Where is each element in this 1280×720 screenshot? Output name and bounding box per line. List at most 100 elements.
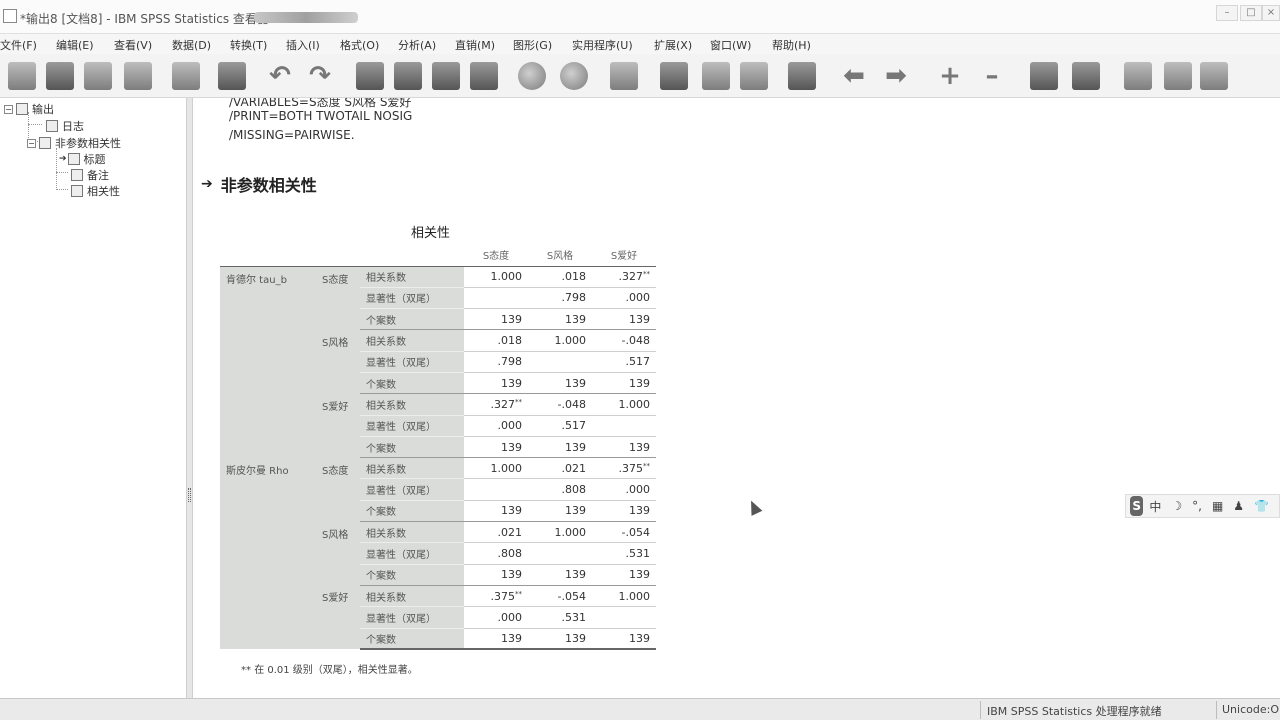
menu-extensions[interactable]: 扩展(X) [654, 37, 692, 53]
menu-edit[interactable]: 编辑(E) [56, 37, 94, 53]
table-cell[interactable]: -.054 [592, 521, 656, 544]
tree-item-notes[interactable]: 备注 [71, 167, 109, 183]
menu-graphs[interactable]: 图形(G) [513, 37, 552, 53]
ime-mode-chinese[interactable]: 中 [1149, 498, 1161, 515]
table-cell[interactable]: 1.000 [464, 266, 528, 288]
menu-window[interactable]: 窗口(W) [710, 37, 751, 53]
table-cell[interactable] [592, 415, 656, 437]
table-cell[interactable]: .375** [592, 457, 656, 480]
table-cell[interactable]: 139 [592, 564, 656, 586]
tree-root-output[interactable]: − 输出 [4, 101, 54, 117]
recall-dialog-icon[interactable] [218, 62, 246, 90]
table-cell[interactable]: 1.000 [528, 329, 592, 352]
table-cell[interactable]: 139 [592, 500, 656, 523]
table-cell[interactable]: 139 [528, 436, 592, 459]
print-icon[interactable] [84, 62, 112, 90]
tree-item-correlations[interactable]: 相关性 [71, 183, 120, 199]
tree-item-nonparametric-correlations[interactable]: − 非参数相关性 [27, 135, 121, 151]
goto-data-icon[interactable] [356, 62, 384, 90]
table-cell[interactable]: .531 [592, 542, 656, 565]
show-icon[interactable] [1030, 62, 1058, 90]
table-cell[interactable]: .000 [464, 606, 528, 629]
table-cell[interactable]: .000 [592, 478, 656, 501]
table-cell[interactable] [464, 287, 528, 310]
table-cell[interactable]: .021 [528, 457, 592, 480]
save-icon[interactable] [46, 62, 74, 90]
export-icon[interactable] [172, 62, 200, 90]
table-cell[interactable]: 139 [464, 308, 528, 331]
menu-analyze[interactable]: 分析(A) [398, 37, 436, 53]
table-cell[interactable]: .000 [592, 287, 656, 310]
table-cell[interactable]: .531 [528, 606, 592, 629]
table-cell[interactable]: 139 [464, 564, 528, 586]
value-labels-icon[interactable] [660, 62, 688, 90]
table-cell[interactable]: .018 [464, 329, 528, 352]
table-cell[interactable]: .000 [464, 415, 528, 437]
insert-text-icon[interactable] [1200, 62, 1228, 90]
table-cell[interactable]: .327** [592, 266, 656, 288]
ime-logo-icon[interactable]: S [1130, 496, 1144, 516]
table-cell[interactable]: 139 [464, 436, 528, 459]
print-preview-icon[interactable] [124, 62, 152, 90]
ime-keyboard-icon[interactable]: ▦ [1212, 499, 1223, 513]
table-cell[interactable]: 1.000 [592, 585, 656, 608]
tree-item-title[interactable]: ➔ 标题 [59, 151, 106, 167]
maximize-button[interactable]: □ [1240, 5, 1262, 21]
pane-splitter[interactable] [186, 98, 193, 698]
table-cell[interactable]: 1.000 [592, 393, 656, 416]
table-cell[interactable]: 139 [592, 628, 656, 651]
table-cell[interactable] [592, 606, 656, 629]
close-button[interactable]: × [1262, 5, 1280, 21]
ime-halfwidth-icon[interactable]: ☽ [1171, 499, 1182, 513]
output-content-pane[interactable]: /VARIABLES=S态度 S风格 S爱好 /PRINT=BOTH TWOTA… [193, 98, 1280, 698]
table-cell[interactable]: 139 [464, 628, 528, 651]
collapse-toggle-icon[interactable]: − [27, 138, 36, 148]
forward-icon[interactable]: ➡ [882, 62, 910, 90]
table-cell[interactable]: 1.000 [528, 521, 592, 544]
ime-toolbar[interactable]: S 中 ☽ °, ▦ ♟ 👕 [1125, 494, 1280, 518]
menu-view[interactable]: 查看(V) [114, 37, 152, 53]
table-cell[interactable] [528, 542, 592, 565]
circle-icon[interactable] [560, 62, 588, 90]
table-cell[interactable]: 139 [592, 436, 656, 459]
splitter-grip-icon[interactable] [188, 488, 191, 502]
outline-pane[interactable]: − 输出 日志 − 非参数相关性 ➔ 标题 备注 相关性 [0, 98, 186, 698]
hide-icon[interactable] [1072, 62, 1100, 90]
ime-skin-icon[interactable]: 👕 [1254, 499, 1269, 513]
menu-file[interactable]: 文件(F) [0, 37, 37, 53]
menu-direct-marketing[interactable]: 直销(M) [455, 37, 495, 53]
variables-icon[interactable] [470, 62, 498, 90]
goto-case-icon[interactable] [394, 62, 422, 90]
tree-item-log[interactable]: 日志 [46, 118, 84, 134]
table-cell[interactable]: 139 [528, 500, 592, 523]
goto-variable-icon[interactable] [432, 62, 460, 90]
redo-icon[interactable]: ↷ [306, 62, 334, 90]
table-cell[interactable]: .517 [592, 351, 656, 373]
back-icon[interactable]: ⬅ [840, 62, 868, 90]
table-cell[interactable]: .798 [464, 351, 528, 373]
collapse-toggle-icon[interactable]: − [4, 104, 13, 114]
table-cell[interactable]: .018 [528, 266, 592, 288]
section-heading[interactable]: ➔ 非参数相关性 [201, 172, 317, 196]
table-cell[interactable]: .517 [528, 415, 592, 437]
table-cell[interactable]: .808 [528, 478, 592, 501]
run-script-icon[interactable] [740, 62, 768, 90]
table-cell[interactable]: 139 [528, 372, 592, 395]
table-cell[interactable] [464, 478, 528, 501]
designate-window-icon[interactable] [702, 62, 730, 90]
menu-help[interactable]: 帮助(H) [772, 37, 811, 53]
table-cell[interactable]: 139 [528, 564, 592, 586]
minimize-button[interactable]: – [1216, 5, 1238, 21]
table-cell[interactable]: .375** [464, 585, 528, 608]
collapse-icon[interactable]: – [978, 62, 1006, 90]
select-cases-icon[interactable] [610, 62, 638, 90]
menu-insert[interactable]: 插入(I) [286, 37, 320, 53]
chart-icon[interactable] [518, 62, 546, 90]
ime-punctuation-icon[interactable]: °, [1192, 499, 1202, 513]
table-cell[interactable]: 139 [528, 628, 592, 651]
stop-icon[interactable] [788, 62, 816, 90]
menu-format[interactable]: 格式(O) [340, 37, 379, 53]
table-cell[interactable]: 139 [464, 372, 528, 395]
table-cell[interactable]: .798 [528, 287, 592, 310]
menu-data[interactable]: 数据(D) [172, 37, 211, 53]
